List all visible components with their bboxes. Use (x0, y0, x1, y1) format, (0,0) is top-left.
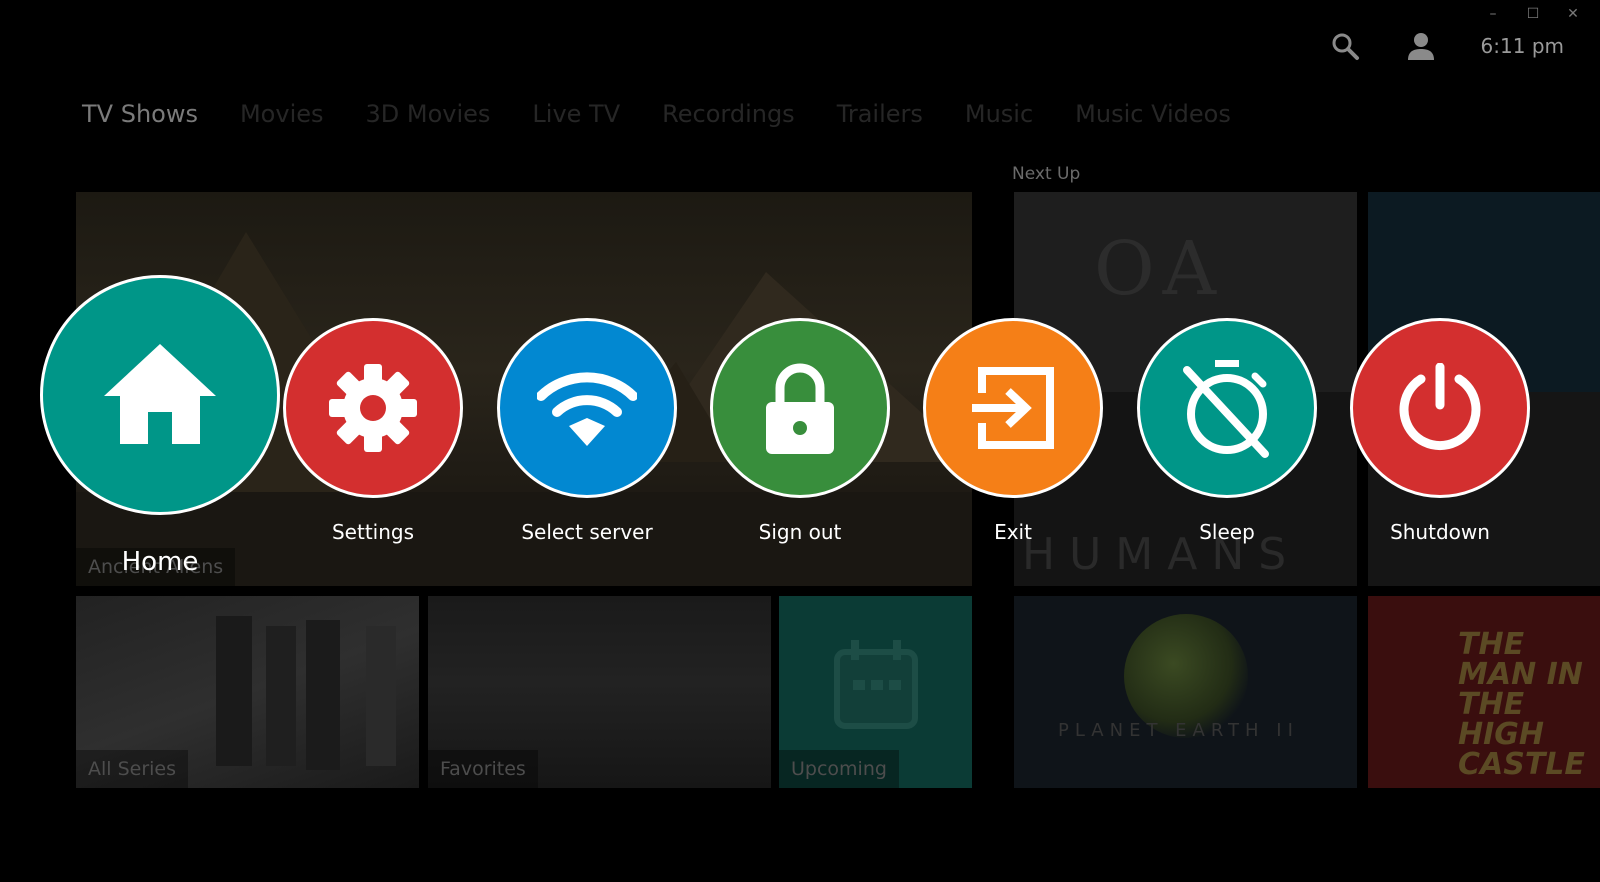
wifi-icon (537, 372, 637, 446)
exit-button[interactable]: Exit (923, 318, 1103, 548)
gear-icon (329, 364, 417, 452)
home-circle (40, 275, 280, 515)
sleep-button[interactable]: Sleep (1137, 318, 1317, 548)
shutdown-button[interactable]: Shutdown (1350, 318, 1530, 548)
sleep-circle (1137, 318, 1317, 498)
sign-out-circle (710, 318, 890, 498)
shutdown-label: Shutdown (1390, 520, 1490, 544)
settings-button[interactable]: Settings (283, 318, 463, 548)
select-server-label: Select server (521, 520, 653, 544)
lock-icon (766, 363, 834, 454)
shutdown-circle (1350, 318, 1530, 498)
select-server-button[interactable]: Select server (497, 318, 677, 548)
exit-label: Exit (994, 520, 1032, 544)
exit-icon (972, 367, 1054, 449)
power-icon (1399, 363, 1481, 451)
home-icon (104, 344, 216, 444)
settings-circle (283, 318, 463, 498)
power-menu-overlay: Home Settings Select server Sign out Exi… (0, 0, 1600, 882)
sign-out-label: Sign out (758, 520, 842, 544)
timer-off-icon (1183, 360, 1269, 458)
exit-circle (923, 318, 1103, 498)
settings-label: Settings (331, 520, 415, 544)
home-label: Home (121, 547, 199, 577)
sign-out-button[interactable]: Sign out (710, 318, 890, 548)
sleep-label: Sleep (1199, 520, 1255, 544)
select-server-circle (497, 318, 677, 498)
home-button[interactable]: Home (40, 275, 280, 585)
